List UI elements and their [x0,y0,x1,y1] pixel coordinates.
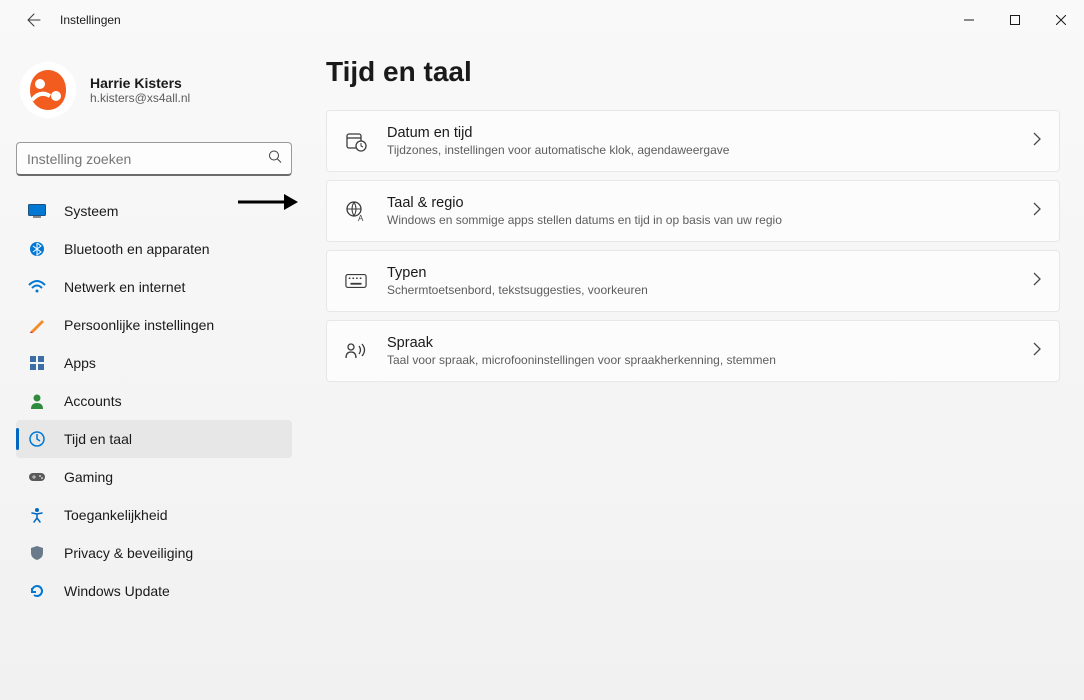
sidebar-item-label: Gaming [64,469,113,485]
sidebar-item-label: Netwerk en internet [64,279,185,295]
bluetooth-icon [28,240,46,258]
language-region-icon: A [345,200,367,222]
system-icon [28,202,46,220]
card-subtitle: Windows en sommige apps stellen datums e… [387,213,1033,227]
card-title: Typen [387,265,1033,281]
close-button[interactable] [1038,4,1084,36]
card-taal-en-regio[interactable]: A Taal & regio Windows en sommige apps s… [326,180,1060,242]
sidebar-item-label: Toegankelijkheid [64,507,168,523]
sidebar-item-tijd-en-taal[interactable]: Tijd en taal [16,420,292,458]
gaming-icon [28,468,46,486]
sidebar-item-accounts[interactable]: Accounts [16,382,292,420]
speech-icon [345,340,367,362]
sidebar-item-label: Bluetooth en apparaten [64,241,210,257]
sidebar-item-persoonlijk[interactable]: Persoonlijke instellingen [16,306,292,344]
sidebar-item-bluetooth[interactable]: Bluetooth en apparaten [16,230,292,268]
update-icon [28,582,46,600]
date-time-icon [345,130,367,152]
wifi-icon [28,278,46,296]
sidebar-item-windows-update[interactable]: Windows Update [16,572,292,610]
sidebar-item-label: Apps [64,355,96,371]
callout-arrow-icon [236,192,302,217]
card-subtitle: Schermtoetsenbord, tekstsuggesties, voor… [387,283,1033,297]
chevron-right-icon [1033,272,1041,291]
card-subtitle: Taal voor spraak, microfooninstellingen … [387,353,1033,367]
titlebar: Instellingen [0,0,1084,40]
sidebar-item-label: Windows Update [64,583,170,599]
accounts-icon [28,392,46,410]
arrow-left-icon [26,12,42,28]
sidebar-item-apps[interactable]: Apps [16,344,292,382]
chevron-right-icon [1033,202,1041,221]
apps-icon [28,354,46,372]
sidebar: Harrie Kisters h.kisters@xs4all.nl Syste… [0,40,300,700]
card-spraak[interactable]: Spraak Taal voor spraak, microfooninstel… [326,320,1060,382]
window-controls [946,4,1084,36]
sidebar-item-label: Privacy & beveiliging [64,545,193,561]
profile-name: Harrie Kisters [90,75,190,91]
time-language-icon [28,430,46,448]
svg-text:A: A [358,214,364,222]
card-datum-en-tijd[interactable]: Datum en tijd Tijdzones, instellingen vo… [326,110,1060,172]
keyboard-icon [345,270,367,292]
sidebar-item-label: Systeem [64,203,118,219]
main-content: Tijd en taal Datum en tijd Tijdzones, in… [300,40,1084,700]
maximize-icon [1010,15,1020,25]
close-icon [1056,15,1066,25]
personalization-icon [28,316,46,334]
privacy-icon [28,544,46,562]
sidebar-item-label: Accounts [64,393,122,409]
back-button[interactable] [22,8,46,32]
profile-block[interactable]: Harrie Kisters h.kisters@xs4all.nl [16,56,292,136]
accessibility-icon [28,506,46,524]
card-title: Taal & regio [387,195,1033,211]
sidebar-item-label: Tijd en taal [64,431,132,447]
sidebar-item-toegankelijkheid[interactable]: Toegankelijkheid [16,496,292,534]
card-subtitle: Tijdzones, instellingen voor automatisch… [387,143,1033,157]
maximize-button[interactable] [992,4,1038,36]
card-title: Spraak [387,335,1033,351]
card-title: Datum en tijd [387,125,1033,141]
nav-list: Systeem Bluetooth en apparaten Netwerk e… [16,192,292,610]
minimize-button[interactable] [946,4,992,36]
avatar-icon [20,62,76,118]
search-icon [268,150,282,169]
sidebar-item-gaming[interactable]: Gaming [16,458,292,496]
sidebar-item-privacy[interactable]: Privacy & beveiliging [16,534,292,572]
sidebar-item-netwerk[interactable]: Netwerk en internet [16,268,292,306]
card-typen[interactable]: Typen Schermtoetsenbord, tekstsuggesties… [326,250,1060,312]
search-input[interactable] [16,142,292,176]
chevron-right-icon [1033,132,1041,151]
app-title: Instellingen [60,13,121,27]
search-wrap [16,142,292,176]
chevron-right-icon [1033,342,1041,361]
avatar [20,62,76,118]
sidebar-item-label: Persoonlijke instellingen [64,317,214,333]
profile-email: h.kisters@xs4all.nl [90,91,190,105]
minimize-icon [964,15,974,25]
page-title: Tijd en taal [326,56,1060,88]
